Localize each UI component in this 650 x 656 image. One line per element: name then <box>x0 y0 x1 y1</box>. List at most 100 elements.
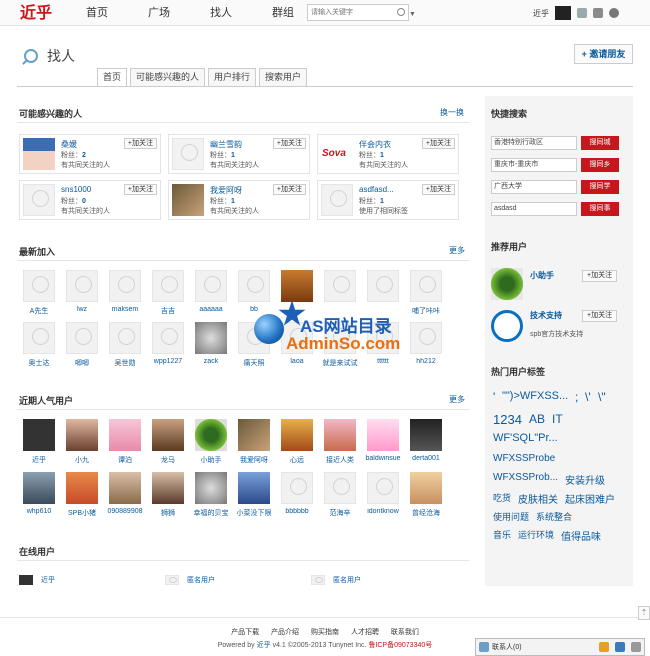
avatar[interactable] <box>23 419 55 451</box>
quick-search-input[interactable]: 广西大学 <box>491 180 577 194</box>
avatar[interactable] <box>324 419 356 451</box>
search-input[interactable] <box>308 5 394 20</box>
avatar[interactable] <box>152 472 184 504</box>
avatar-label[interactable]: 龙马 <box>147 455 189 465</box>
tag-link[interactable]: 使用问题 <box>493 510 529 523</box>
avatar[interactable]: Sova <box>321 138 353 170</box>
avatar-label[interactable]: 近乎 <box>18 455 60 465</box>
avatar[interactable] <box>238 270 270 302</box>
avatar[interactable] <box>152 419 184 451</box>
settings-icon[interactable] <box>615 642 625 652</box>
popular-more-link[interactable]: 更多 <box>449 394 465 405</box>
tag-link[interactable]: \' <box>585 390 591 404</box>
quick-search-input[interactable]: asdasd <box>491 202 577 216</box>
avatar-label[interactable]: 吴世勋 <box>104 358 146 368</box>
follow-button[interactable]: +加关注 <box>123 138 157 149</box>
avatar[interactable] <box>281 472 313 504</box>
tab-home[interactable]: 首页 <box>97 68 128 86</box>
avatar[interactable] <box>410 322 442 354</box>
online-user[interactable]: 近乎 <box>19 575 55 585</box>
group-icon[interactable] <box>599 642 609 652</box>
avatar[interactable] <box>109 322 141 354</box>
avatar-label[interactable]: whp610 <box>18 508 60 515</box>
tag-link[interactable]: ; <box>575 390 578 404</box>
online-user[interactable]: 匿名用户 <box>165 575 215 585</box>
avatar[interactable] <box>66 419 98 451</box>
tag-link[interactable]: 1234 <box>493 412 522 427</box>
footer-link[interactable]: 购买指南 <box>311 629 339 636</box>
avatar[interactable] <box>195 270 227 302</box>
follow-button[interactable]: +加关注 <box>582 270 618 282</box>
avatar[interactable] <box>23 472 55 504</box>
tag-link[interactable]: ' <box>493 390 495 404</box>
avatar[interactable] <box>321 184 353 216</box>
user-name[interactable]: 我爱阿呀 <box>210 185 242 196</box>
avatar-label[interactable]: derta001 <box>405 455 447 462</box>
avatar[interactable] <box>195 322 227 354</box>
online-user[interactable]: 匿名用户 <box>311 575 361 585</box>
avatar[interactable] <box>66 322 98 354</box>
avatar[interactable] <box>195 419 227 451</box>
tag-link[interactable]: 安装升级 <box>565 472 605 487</box>
avatar-label[interactable]: idontknow <box>362 508 404 515</box>
avatar-label[interactable]: aaaaaa <box>190 306 232 313</box>
avatar[interactable] <box>238 419 270 451</box>
avatar-label[interactable]: 小菜没下限 <box>233 508 275 518</box>
tag-link[interactable]: 值得品味 <box>561 528 601 543</box>
avatar[interactable] <box>172 138 204 170</box>
tab-interested[interactable]: 可能感兴趣的人 <box>130 68 206 86</box>
avatar[interactable] <box>66 472 98 504</box>
icp-link[interactable]: 鲁ICP备09073340号 <box>368 642 432 649</box>
avatar-label[interactable]: bbbbbb <box>276 508 318 515</box>
user-icon[interactable] <box>577 8 587 18</box>
quick-search-button[interactable]: 搜同城 <box>581 136 619 150</box>
nav-home[interactable]: 首页 <box>86 6 128 22</box>
avatar-label[interactable]: 痛天照 <box>233 358 275 368</box>
nav-square[interactable]: 广场 <box>148 6 190 22</box>
nav-find-people[interactable]: 找人 <box>210 6 252 22</box>
user-name[interactable]: sns1000 <box>61 185 91 194</box>
avatar[interactable] <box>410 472 442 504</box>
avatar-label[interactable]: laoa <box>276 358 318 365</box>
tag-link[interactable]: "")>WFXSS... <box>502 390 568 402</box>
avatar-label[interactable]: 小九 <box>61 455 103 465</box>
avatar[interactable] <box>172 184 204 216</box>
avatar[interactable] <box>324 472 356 504</box>
user-name[interactable]: asdfasd... <box>359 185 394 194</box>
tag-link[interactable]: 皮肤相关 <box>518 491 558 506</box>
tag-link[interactable]: WFXSSProbe <box>493 453 555 464</box>
avatar-label[interactable]: lwz <box>61 306 103 313</box>
tag-link[interactable]: IT <box>552 412 563 426</box>
avatar-label[interactable]: 吉吉 <box>147 306 189 316</box>
avatar[interactable] <box>367 472 399 504</box>
avatar[interactable] <box>367 419 399 451</box>
mail-icon[interactable] <box>631 642 641 652</box>
avatar-label[interactable]: 小助手 <box>190 455 232 465</box>
avatar-label[interactable]: 接近人类 <box>319 455 361 465</box>
footer-link[interactable]: 联系我们 <box>391 629 419 636</box>
avatar-label[interactable]: 就是来试试 <box>319 358 361 368</box>
avatar[interactable] <box>109 419 141 451</box>
quick-search-input[interactable]: 重庆市-重庆市 <box>491 158 577 172</box>
current-username[interactable]: 近乎 <box>533 8 549 19</box>
user-name[interactable]: 桑媛 <box>61 139 77 150</box>
avatar-label[interactable]: 曾经沧海 <box>405 508 447 518</box>
avatar[interactable] <box>281 270 313 302</box>
avatar[interactable] <box>367 270 399 302</box>
user-name[interactable]: 幽兰雪韵 <box>210 139 242 150</box>
avatar-label[interactable]: SPB小猪 <box>61 508 103 518</box>
avatar[interactable] <box>109 270 141 302</box>
avatar-label[interactable]: tttttt <box>362 358 404 365</box>
avatar-label[interactable]: 我爱阿呀 <box>233 455 275 465</box>
avatar[interactable] <box>152 322 184 354</box>
avatar[interactable] <box>66 270 98 302</box>
chat-bar[interactable]: 联系人(0) <box>475 638 645 656</box>
avatar-label[interactable]: wpp1227 <box>147 358 189 365</box>
avatar-label[interactable]: baldwinsue <box>362 455 404 462</box>
refresh-link[interactable]: 换一换 <box>440 107 464 118</box>
search-icon[interactable] <box>397 8 405 16</box>
avatar-label[interactable]: 范海辛 <box>319 508 361 518</box>
avatar-label[interactable]: 奥士达 <box>18 358 60 368</box>
tag-link[interactable]: WFXSSProb... <box>493 472 558 483</box>
avatar-label[interactable]: maksem <box>104 306 146 313</box>
